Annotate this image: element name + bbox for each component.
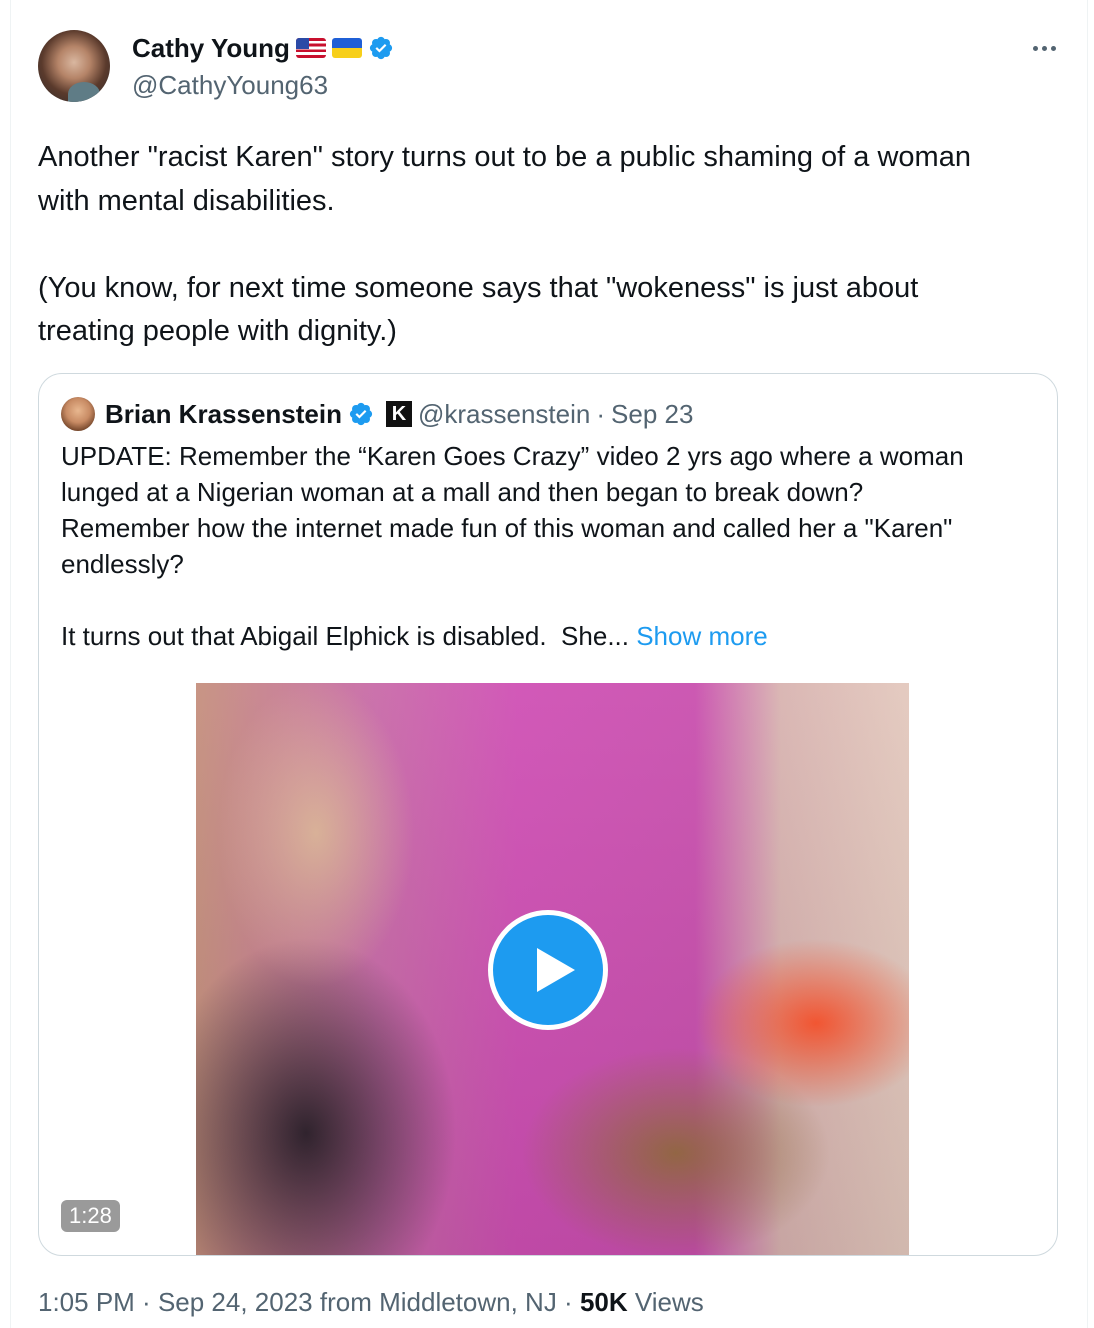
author-name-row[interactable]: Cathy Young [132,30,394,66]
header-separator: · [596,398,606,429]
more-options-icon[interactable] [1026,30,1062,66]
quoted-author-handle[interactable]: @krassenstein [418,399,590,430]
video-thumbnail[interactable] [196,683,909,1255]
quoted-tweet-card[interactable]: Brian Krassenstein K @krassenstein · Sep… [38,373,1058,1256]
verified-badge-icon[interactable] [368,35,394,61]
quoted-tweet-date[interactable]: Sep 23 [611,399,693,430]
tweet-time[interactable]: 1:05 PM [38,1287,135,1317]
show-more-link[interactable]: Show more [636,621,768,651]
quoted-tweet-header: Brian Krassenstein K @krassenstein · Sep… [105,394,693,434]
us-flag-icon [295,38,326,58]
affiliate-badge-icon: K [385,401,412,427]
meta-separator: · [556,1287,580,1317]
tweet-meta: 1:05 PM · Sep 24, 2023 from Middletown, … [38,1284,704,1320]
quoted-tweet-text: UPDATE: Remember the “Karen Goes Crazy” … [61,438,1031,654]
quoted-tweet-body: UPDATE: Remember the “Karen Goes Crazy” … [61,441,964,651]
views-count: 50K [579,1287,628,1317]
video-duration-badge: 1:28 [61,1200,120,1232]
tweet-text: Another "racist Karen" story turns out t… [38,141,971,347]
tweet-date[interactable]: Sep 24, 2023 [158,1287,313,1317]
author-avatar[interactable] [38,30,110,102]
verified-badge-icon [349,402,373,426]
meta-separator: · [134,1287,158,1317]
author-name[interactable]: Cathy Young [132,30,290,66]
quoted-author-avatar[interactable] [61,397,95,431]
author-handle[interactable]: @CathyYoung63 [132,68,328,102]
tweet-location: from Middletown, NJ [312,1287,557,1317]
play-button-icon[interactable] [488,910,608,1030]
quoted-author-name[interactable]: Brian Krassenstein [105,399,342,430]
views-label: Views [627,1287,704,1317]
ukraine-flag-icon [331,38,362,58]
